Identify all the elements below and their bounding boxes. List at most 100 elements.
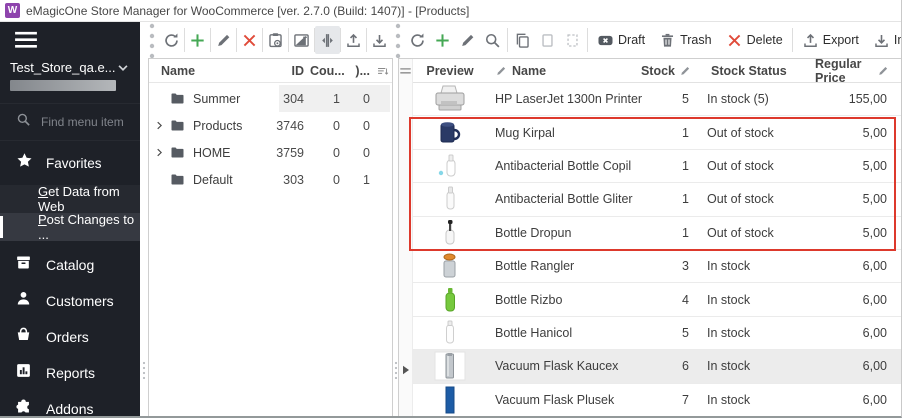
- trash-button[interactable]: Trash: [652, 26, 719, 54]
- product-row-bottle-gliter[interactable]: Antibacterial Bottle Gliter 1 Out of stock…: [413, 183, 901, 217]
- sidebar-search-input[interactable]: Find menu item: [0, 103, 140, 141]
- product-stock: 5: [682, 92, 689, 107]
- expander-icon[interactable]: [149, 118, 169, 134]
- export-categories-button[interactable]: [341, 26, 366, 54]
- product-name: Mug Kirpal: [495, 125, 555, 140]
- sidebar-item-reports[interactable]: Reports: [0, 355, 140, 391]
- draft-button[interactable]: Draft: [590, 26, 652, 54]
- sidebar-item-customers[interactable]: Customers: [0, 283, 140, 319]
- image-settings-button[interactable]: [289, 26, 314, 54]
- import-products-button-label: Import: [893, 33, 901, 47]
- category-name: HOME: [193, 145, 231, 160]
- sidebar-subitem-label: Post Changes to ...: [38, 212, 135, 242]
- refresh-icon: [163, 32, 180, 49]
- product-stock-status: In stock: [707, 326, 751, 341]
- customers-icon: [15, 290, 32, 312]
- column-header-regular-price[interactable]: Regular Price: [815, 57, 901, 85]
- product-name: Antibacterial Bottle Copil: [495, 159, 632, 174]
- product-row-mug[interactable]: Mug Kirpal 1 Out of stock 5,00: [413, 116, 901, 150]
- sidebar-item-orders[interactable]: Orders: [0, 319, 140, 355]
- add-category-button[interactable]: [185, 26, 210, 54]
- folder-icon: [169, 91, 186, 106]
- category-row-home[interactable]: HOME 3759 0 0: [149, 139, 392, 166]
- product-row-flask-plusek[interactable]: Vacuum Flask Plusek 7 In stock 6,00: [413, 383, 901, 416]
- product-name: Bottle Rangler: [495, 259, 575, 274]
- toolbar-left-grip[interactable]: [148, 23, 156, 58]
- edit-category-button[interactable]: [211, 26, 236, 54]
- split-view-button[interactable]: [315, 26, 340, 54]
- column-options-icon[interactable]: [399, 59, 412, 83]
- delete-product-button[interactable]: Delete: [719, 26, 790, 54]
- product-row-bottle-copil[interactable]: Antibacterial Bottle Copil 1 Out of stock 5…: [413, 149, 901, 184]
- delete-category-button[interactable]: [237, 26, 262, 54]
- duplicate-product-button[interactable]: [560, 26, 585, 54]
- add-product-button[interactable]: [430, 26, 455, 54]
- sidebar-item-label: Customers: [46, 293, 114, 309]
- product-stock: 6: [682, 359, 689, 374]
- category-row-default[interactable]: Default 303 0 1: [149, 166, 392, 193]
- edit-product-button[interactable]: [455, 26, 480, 54]
- edit-pencil-icon: [679, 65, 691, 77]
- sidebar-subitem-post-changes-to[interactable]: Post Changes to ...: [0, 212, 140, 242]
- sidebar-item-catalog[interactable]: Catalog: [0, 247, 140, 283]
- category-count: 0: [333, 145, 340, 160]
- clipboard-eye-icon: [267, 32, 284, 49]
- sidebar-item-label: Orders: [46, 329, 89, 345]
- sidebar-item-label: Addons: [46, 401, 94, 417]
- import-products-button[interactable]: Import: [866, 26, 901, 54]
- sidebar-splitter[interactable]: [141, 358, 146, 382]
- title-bar: W eMagicOne Store Manager for WooCommerc…: [0, 0, 901, 22]
- sidebar-item-label: Catalog: [46, 257, 95, 273]
- export-products-button[interactable]: Export: [795, 26, 866, 54]
- product-image-flask-kaucex: [413, 351, 487, 381]
- expander-icon[interactable]: [149, 145, 169, 161]
- column-header-stock-status[interactable]: Stock Status: [697, 64, 815, 78]
- toolbar-right-grip[interactable]: [394, 23, 402, 58]
- product-regular-price: 6,00: [862, 392, 887, 407]
- column-header-preview[interactable]: Preview: [413, 64, 487, 78]
- product-row-printer[interactable]: HP LaserJet 1300n Printer 5 In stock (5) 15…: [413, 83, 901, 117]
- find-product-button[interactable]: [480, 26, 505, 54]
- store-selector[interactable]: Test_Store_qa.e...: [10, 60, 130, 75]
- category-row-summer[interactable]: Summer 304 1 0: [149, 85, 392, 112]
- category-row-products[interactable]: Products 3746 0 0: [149, 112, 392, 139]
- hamburger-menu-icon[interactable]: [14, 31, 38, 49]
- import-categories-button[interactable]: [367, 26, 392, 54]
- product-row-flask-kaucex[interactable]: Vacuum Flask Kaucex 6 In stock 6,00: [413, 350, 901, 384]
- column-header-extra[interactable]: )...: [344, 64, 372, 78]
- product-stock: 4: [682, 292, 689, 307]
- product-stock-status: Out of stock: [707, 225, 774, 240]
- preview-category-button[interactable]: [263, 26, 288, 54]
- product-row-bottle-rizbo[interactable]: Bottle Rizbo 4 In stock 6,00: [413, 283, 901, 317]
- product-stock: 1: [682, 159, 689, 174]
- column-header-count[interactable]: Cou...: [310, 64, 345, 78]
- sort-icon[interactable]: [372, 64, 392, 77]
- copy-product-button[interactable]: [510, 26, 535, 54]
- addons-icon: [15, 398, 32, 416]
- category-name: Products: [193, 118, 243, 133]
- column-header-id[interactable]: ID: [268, 64, 310, 78]
- product-row-bottle-hanicol[interactable]: Bottle Hanicol 5 In stock 6,00: [413, 316, 901, 351]
- toolbar-separator: [587, 28, 588, 52]
- paste-product-button[interactable]: [535, 26, 560, 54]
- category-count: 1: [333, 91, 340, 106]
- sidebar-item-addons[interactable]: Addons: [0, 391, 140, 417]
- product-stock-status: In stock: [707, 392, 751, 407]
- category-name: Summer: [193, 91, 241, 106]
- refresh-categories-button[interactable]: [159, 26, 184, 54]
- expander-placeholder: [149, 91, 169, 107]
- product-regular-price: 6,00: [862, 359, 887, 374]
- product-row-bottle-dropun[interactable]: Bottle Dropun 1 Out of stock 5,00: [413, 216, 901, 251]
- product-row-bottle-rangler[interactable]: Bottle Rangler 3 In stock 6,00: [413, 250, 901, 284]
- window-title: eMagicOne Store Manager for WooCommerce …: [26, 3, 470, 18]
- refresh-products-button[interactable]: [405, 26, 430, 54]
- chevron-down-icon: [116, 61, 130, 75]
- column-header-name[interactable]: Name: [149, 64, 268, 78]
- sidebar-subitem-get-data-from-web[interactable]: Get Data from Web: [0, 184, 140, 214]
- column-header-stock[interactable]: Stock: [641, 64, 697, 78]
- sidebar-item-favorites[interactable]: Favorites: [0, 141, 140, 185]
- upload-icon: [345, 32, 362, 49]
- column-header-product-name[interactable]: Name: [487, 64, 653, 78]
- category-name: Default: [193, 172, 233, 187]
- favorites-label: Favorites: [46, 155, 102, 171]
